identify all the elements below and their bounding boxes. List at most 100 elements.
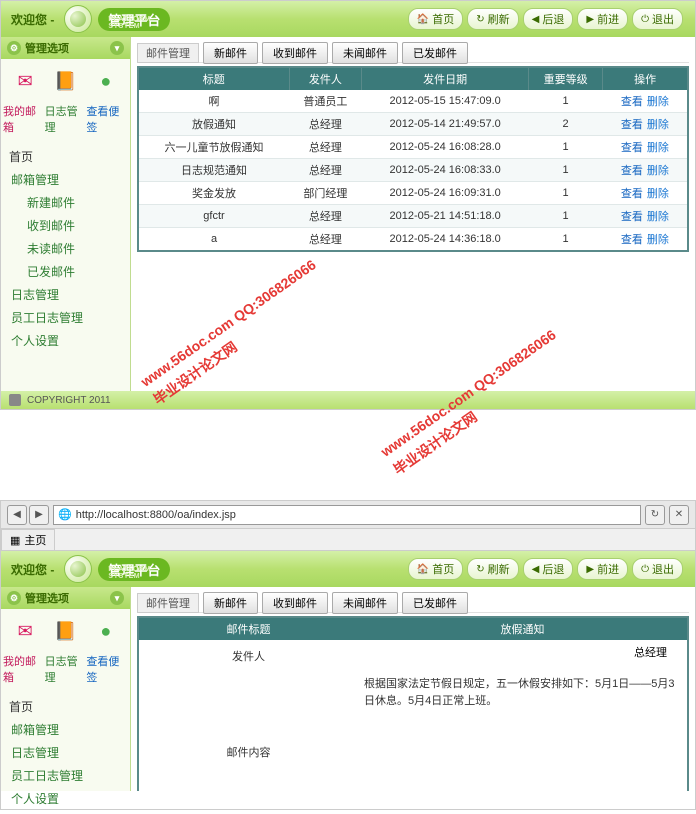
action-delete[interactable]: 删除: [647, 119, 669, 131]
cell-sender: 总经理: [289, 228, 362, 252]
nav-buttons: 🏠首页 ↻刷新 ◀后退 ▶前进 ⏻退出: [408, 558, 683, 580]
nav-new-mail[interactable]: 新建邮件: [7, 191, 124, 214]
refresh-icon: ↻: [476, 14, 484, 25]
nav-exit[interactable]: ⏻退出: [632, 558, 683, 580]
link-mailbox[interactable]: 我的邮箱: [3, 103, 45, 135]
tab-new[interactable]: 新邮件: [203, 592, 258, 614]
tab-unread[interactable]: 未闻邮件: [332, 592, 398, 614]
nav-unread[interactable]: 未读邮件: [7, 237, 124, 260]
nav-mail-mgmt[interactable]: 邮箱管理: [7, 718, 124, 741]
table-row: 六一儿童节放假通知总经理2012-05-24 16:08:28.01查看删除: [138, 136, 688, 159]
table-row: 啊普通员工2012-05-15 15:47:09.01查看删除: [138, 90, 688, 113]
action-delete[interactable]: 删除: [647, 165, 669, 177]
browser-tab[interactable]: ▦ 主页: [1, 529, 55, 551]
copyright-text: COPYRIGHT 2011: [27, 395, 111, 406]
nav-home[interactable]: 🏠首页: [408, 8, 463, 30]
nav-exit[interactable]: ⏻退出: [632, 8, 683, 30]
tab-new[interactable]: 新邮件: [203, 42, 258, 64]
link-notes[interactable]: 查看便签: [86, 653, 128, 685]
nav-inbox[interactable]: 收到邮件: [7, 214, 124, 237]
gear-icon: ⚙: [7, 591, 21, 605]
link-logs[interactable]: 日志管理: [45, 103, 87, 135]
nav-refresh[interactable]: ↻刷新: [467, 558, 518, 580]
browser-back[interactable]: ◀: [7, 505, 27, 525]
nav-forward[interactable]: ▶前进: [577, 8, 628, 30]
back-icon: ◀: [532, 14, 540, 25]
cell-title: 放假通知: [138, 113, 289, 136]
content-area-2: 邮件管理 新邮件 收到邮件 未闻邮件 已发邮件 邮件标题 放假通知 发件人 总经…: [131, 587, 695, 791]
action-delete[interactable]: 删除: [647, 234, 669, 246]
sidebar-quick-links: 我的邮箱 日志管理 查看便签: [1, 103, 130, 141]
breadcrumb-label: 邮件管理: [137, 43, 199, 63]
action-view[interactable]: 查看: [621, 165, 643, 177]
note-icon[interactable]: ●: [92, 67, 120, 95]
action-delete[interactable]: 删除: [647, 96, 669, 108]
link-mailbox[interactable]: 我的邮箱: [3, 653, 45, 685]
tab-inbox[interactable]: 收到邮件: [262, 42, 328, 64]
collapse-icon[interactable]: ▾: [110, 41, 124, 55]
note-icon[interactable]: ●: [92, 617, 120, 645]
nav-root[interactable]: 首页: [7, 695, 124, 718]
link-logs[interactable]: 日志管理: [45, 653, 87, 685]
nav-settings[interactable]: 个人设置: [7, 329, 124, 352]
action-delete[interactable]: 删除: [647, 142, 669, 154]
mail-detail-table: 邮件标题 放假通知 发件人 总经理 邮件内容 根据国家法定节假日规定，五一休假安…: [137, 616, 689, 791]
nav-forward[interactable]: ▶前进: [577, 558, 628, 580]
browser-refresh[interactable]: ↻: [645, 505, 665, 525]
cell-sender: 总经理: [289, 113, 362, 136]
mailbox-icon[interactable]: ✉: [11, 617, 39, 645]
mailbox-icon[interactable]: ✉: [11, 67, 39, 95]
action-delete[interactable]: 删除: [647, 211, 669, 223]
gear-icon: ⚙: [7, 41, 21, 55]
cell-level: 1: [529, 205, 603, 228]
address-bar[interactable]: 🌐http://localhost:8800/oa/index.jsp: [53, 505, 641, 525]
tab-inbox[interactable]: 收到邮件: [262, 592, 328, 614]
nav-refresh[interactable]: ↻刷新: [467, 8, 518, 30]
action-view[interactable]: 查看: [621, 211, 643, 223]
cell-title: 奖金发放: [138, 182, 289, 205]
sidebar-quick-icons: ✉ 📙 ●: [1, 59, 130, 103]
cell-date: 2012-05-15 15:47:09.0: [362, 90, 529, 113]
link-notes[interactable]: 查看便签: [86, 103, 128, 135]
nav-log-mgmt[interactable]: 日志管理: [7, 741, 124, 764]
browser-stop[interactable]: ✕: [669, 505, 689, 525]
sidebar: ⚙管理选项 ▾ ✉ 📙 ● 我的邮箱 日志管理 查看便签 首页 邮箱管理 新建邮…: [1, 37, 131, 391]
log-icon[interactable]: 📙: [51, 617, 79, 645]
nav-sent[interactable]: 已发邮件: [7, 260, 124, 283]
action-view[interactable]: 查看: [621, 188, 643, 200]
browser-forward[interactable]: ▶: [29, 505, 49, 525]
col-date: 发件日期: [362, 67, 529, 90]
table-row: 奖金发放部门经理2012-05-24 16:09:31.01查看删除: [138, 182, 688, 205]
app-header: 欢迎您 - 管理平台 PLATFORM SYSTEM 🏠首页 ↻刷新 ◀后退 ▶…: [1, 1, 695, 37]
action-view[interactable]: 查看: [621, 119, 643, 131]
nav-root[interactable]: 首页: [7, 145, 124, 168]
cell-sender: 总经理: [289, 136, 362, 159]
nav-back[interactable]: ◀后退: [523, 558, 574, 580]
sidebar-header: ⚙管理选项 ▾: [1, 587, 130, 609]
cell-level: 2: [529, 113, 603, 136]
tab-sent[interactable]: 已发邮件: [402, 592, 468, 614]
nav-home[interactable]: 🏠首页: [408, 558, 463, 580]
browser-toolbar: ◀ ▶ 🌐http://localhost:8800/oa/index.jsp …: [1, 501, 695, 529]
nav-mail-mgmt[interactable]: 邮箱管理: [7, 168, 124, 191]
action-view[interactable]: 查看: [621, 142, 643, 154]
cell-sender: 部门经理: [289, 182, 362, 205]
cell-date: 2012-05-24 16:08:28.0: [362, 136, 529, 159]
collapse-icon[interactable]: ▾: [110, 591, 124, 605]
nav-back[interactable]: ◀后退: [523, 8, 574, 30]
breadcrumb: 邮件管理 新邮件 收到邮件 未闻邮件 已发邮件: [137, 43, 689, 63]
tab-sent[interactable]: 已发邮件: [402, 42, 468, 64]
nav-log-mgmt[interactable]: 日志管理: [7, 283, 124, 306]
action-delete[interactable]: 删除: [647, 188, 669, 200]
sidebar-quick-icons: ✉ 📙 ●: [1, 609, 130, 653]
nav-emp-log[interactable]: 员工日志管理: [7, 764, 124, 787]
breadcrumb: 邮件管理 新邮件 收到邮件 未闻邮件 已发邮件: [137, 593, 689, 613]
cell-actions: 查看删除: [603, 182, 688, 205]
nav-settings[interactable]: 个人设置: [7, 787, 124, 810]
action-view[interactable]: 查看: [621, 96, 643, 108]
action-view[interactable]: 查看: [621, 234, 643, 246]
tab-unread[interactable]: 未闻邮件: [332, 42, 398, 64]
nav-emp-log[interactable]: 员工日志管理: [7, 306, 124, 329]
cell-title: 啊: [138, 90, 289, 113]
log-icon[interactable]: 📙: [51, 67, 79, 95]
